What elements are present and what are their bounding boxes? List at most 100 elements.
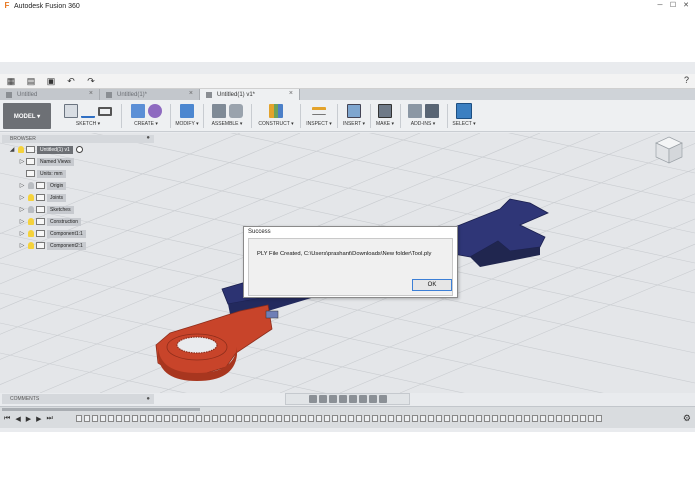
browser-item-sketches[interactable]: ▷ Sketches: [18, 205, 74, 214]
timeline-feature-icon[interactable]: [228, 415, 234, 422]
browser-item-component1[interactable]: ▷ Component1:1: [18, 229, 86, 238]
minimize-button[interactable]: ─: [655, 1, 665, 10]
expand-arrow-icon[interactable]: ▷: [18, 218, 26, 225]
workspace-switcher-button[interactable]: MODEL ▾: [3, 103, 51, 129]
activate-radio-icon[interactable]: [75, 146, 83, 153]
timeline-feature-icon[interactable]: [196, 415, 202, 422]
timeline-feature-icon[interactable]: [516, 415, 522, 422]
timeline-feature-icon[interactable]: [492, 415, 498, 422]
select-cursor-icon[interactable]: [456, 103, 472, 119]
inspect-group[interactable]: INSPECT ▾: [303, 102, 335, 130]
expand-arrow-icon[interactable]: ▷: [18, 230, 26, 237]
browser-item-joints[interactable]: ▷ Joints: [18, 193, 67, 202]
tab-untitled-1-v1[interactable]: Untitled(1) v1* ×: [200, 89, 300, 100]
insert-image-icon[interactable]: [347, 104, 361, 118]
timeline-feature-icon[interactable]: [564, 415, 570, 422]
construct-group[interactable]: CONSTRUCT ▾: [254, 102, 298, 130]
timeline-feature-icon[interactable]: [132, 415, 138, 422]
insert-group[interactable]: INSERT ▾: [340, 102, 368, 130]
timeline-feature-icon[interactable]: [148, 415, 154, 422]
play-icon[interactable]: ▶: [26, 415, 31, 423]
timeline-feature-icon[interactable]: [532, 415, 538, 422]
make-group[interactable]: MAKE ▾: [372, 102, 398, 130]
timeline-feature-icon[interactable]: [108, 415, 114, 422]
timeline-feature-icon[interactable]: [468, 415, 474, 422]
timeline-feature-icon[interactable]: [460, 415, 466, 422]
timeline-feature-icon[interactable]: [356, 415, 362, 422]
timeline-feature-icon[interactable]: [220, 415, 226, 422]
tab-close-icon[interactable]: ×: [289, 90, 293, 97]
visibility-bulb-icon[interactable]: [28, 182, 34, 189]
timeline-feature-icon[interactable]: [188, 415, 194, 422]
timeline-feature-icon[interactable]: [580, 415, 586, 422]
timeline-feature-icon[interactable]: [100, 415, 106, 422]
timeline-feature-icon[interactable]: [484, 415, 490, 422]
assemble-group[interactable]: ASSEMBLE ▾: [206, 102, 248, 130]
timeline-scrollbar[interactable]: [2, 408, 200, 411]
timeline-feature-icon[interactable]: [164, 415, 170, 422]
display-settings-icon[interactable]: [358, 395, 367, 403]
timeline-feature-icon[interactable]: [84, 415, 90, 422]
save-icon[interactable]: ▣: [42, 75, 60, 88]
tab-untitled-1[interactable]: Untitled(1)* ×: [100, 89, 200, 100]
go-to-start-icon[interactable]: ⏮: [4, 415, 10, 423]
timeline-feature-icon[interactable]: [588, 415, 594, 422]
grid-settings-icon[interactable]: [368, 395, 377, 403]
timeline-feature-icon[interactable]: [540, 415, 546, 422]
add-ins-group[interactable]: ADD-INS ▾: [402, 102, 444, 130]
timeline-feature-icon[interactable]: [476, 415, 482, 422]
ok-button[interactable]: OK: [412, 279, 452, 291]
press-pull-icon[interactable]: [180, 104, 194, 118]
visibility-bulb-icon[interactable]: [28, 206, 34, 213]
timeline-feature-icon[interactable]: [252, 415, 258, 422]
timeline-feature-icon[interactable]: [284, 415, 290, 422]
line-icon[interactable]: [81, 104, 95, 118]
maximize-button[interactable]: ☐: [668, 1, 678, 10]
timeline-feature-icon[interactable]: [372, 415, 378, 422]
browser-header[interactable]: BROWSER ●: [2, 135, 154, 143]
timeline-feature-icon[interactable]: [260, 415, 266, 422]
browser-root-item[interactable]: ◢ Untitled(1) v1: [8, 145, 83, 154]
browser-item-origin[interactable]: ▷ Origin: [18, 181, 67, 190]
timeline-feature-icon[interactable]: [92, 415, 98, 422]
go-to-end-icon[interactable]: ⏭: [46, 415, 52, 423]
measure-icon[interactable]: [312, 107, 326, 115]
rectangle-icon[interactable]: [98, 106, 112, 116]
create-group[interactable]: CREATE ▾: [124, 102, 168, 130]
timeline-feature-icon[interactable]: [140, 415, 146, 422]
timeline-feature-icon[interactable]: [380, 415, 386, 422]
pin-icon[interactable]: ●: [146, 396, 150, 402]
file-menu-icon[interactable]: ▤: [22, 75, 40, 88]
expand-arrow-icon[interactable]: ▷: [18, 206, 26, 213]
expand-arrow-icon[interactable]: ▷: [18, 158, 26, 165]
gear-icon[interactable]: ⚙: [683, 413, 691, 424]
data-panel-grid-icon[interactable]: ▦: [2, 75, 20, 88]
orbit-icon[interactable]: [308, 395, 317, 403]
visibility-bulb-icon[interactable]: [18, 146, 24, 153]
modify-group[interactable]: MODIFY ▾: [173, 102, 201, 130]
timeline-feature-icon[interactable]: [324, 415, 330, 422]
pan-icon[interactable]: [328, 395, 337, 403]
timeline-feature-icon[interactable]: [116, 415, 122, 422]
expand-arrow-icon[interactable]: ▷: [18, 194, 26, 201]
pin-icon[interactable]: ●: [146, 135, 150, 141]
timeline-feature-icon[interactable]: [556, 415, 562, 422]
timeline-feature-icon[interactable]: [308, 415, 314, 422]
timeline-feature-icon[interactable]: [388, 415, 394, 422]
help-icon[interactable]: ?: [684, 75, 689, 85]
sketch-icon[interactable]: [64, 104, 78, 118]
timeline-feature-icon[interactable]: [348, 415, 354, 422]
timeline-feature-icon[interactable]: [236, 415, 242, 422]
timeline-feature-icon[interactable]: [212, 415, 218, 422]
new-component-icon[interactable]: [211, 104, 226, 118]
timeline-feature-icon[interactable]: [180, 415, 186, 422]
timeline-feature-icon[interactable]: [428, 415, 434, 422]
browser-item-component2[interactable]: ▷ Component2:1: [18, 241, 86, 250]
timeline-feature-icon[interactable]: [412, 415, 418, 422]
timeline-feature-icon[interactable]: [548, 415, 554, 422]
timeline-feature-icon[interactable]: [572, 415, 578, 422]
zoom-icon[interactable]: [338, 395, 347, 403]
timeline-feature-icon[interactable]: [332, 415, 338, 422]
timeline-feature-icon[interactable]: [340, 415, 346, 422]
timeline-feature-icon[interactable]: [300, 415, 306, 422]
